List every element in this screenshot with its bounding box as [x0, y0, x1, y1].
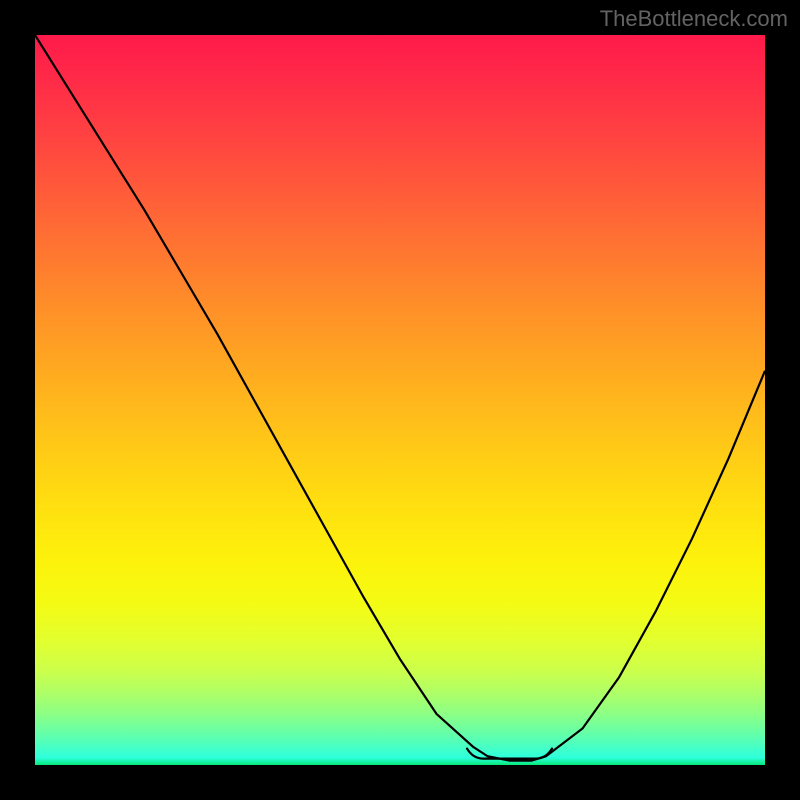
line-chart-svg	[35, 35, 765, 765]
watermark-text: TheBottleneck.com	[600, 6, 788, 32]
plot-area	[35, 35, 765, 765]
main-curve	[35, 35, 765, 761]
